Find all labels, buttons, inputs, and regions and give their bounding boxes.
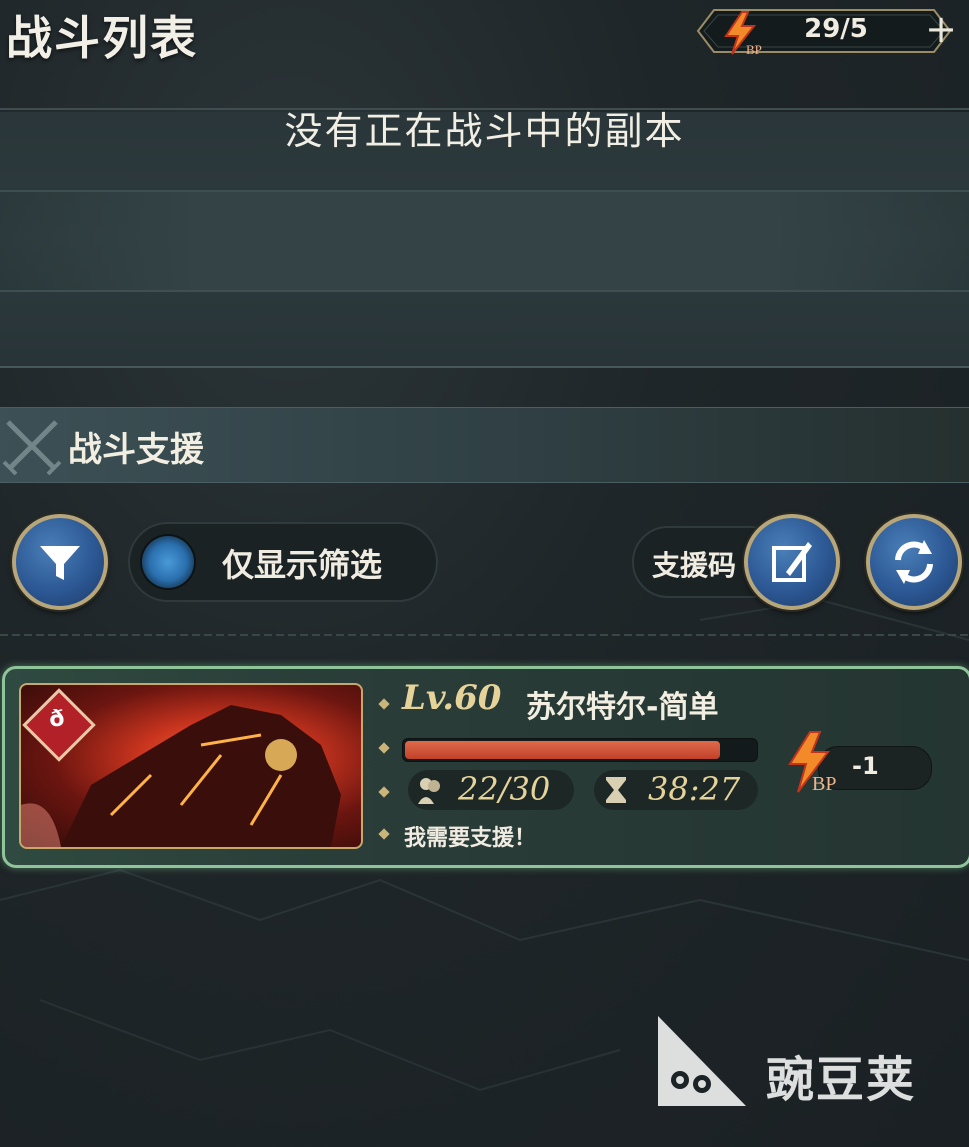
bp-cost-icon-label: BP: [812, 773, 836, 794]
toggle-indicator: [142, 536, 194, 588]
refresh-icon: [895, 540, 933, 584]
filter-button[interactable]: [12, 514, 108, 610]
wandoujia-logo-icon: [658, 1016, 746, 1106]
support-section-title: 战斗支援: [68, 430, 204, 470]
refresh-button[interactable]: [866, 514, 962, 610]
bp-value: 29/5: [804, 14, 868, 44]
hourglass-icon: [606, 777, 626, 803]
bp-icon-label: BP: [746, 42, 762, 56]
bp-cost-value: -1: [852, 752, 879, 780]
time-remaining: 38:27: [648, 770, 741, 808]
section-divider: [0, 634, 969, 636]
empty-message-band: [0, 190, 969, 292]
support-section-header: 战斗支援: [0, 407, 969, 483]
empty-battles-message: 没有正在战斗中的副本: [284, 109, 685, 153]
raid-level: Lv.60: [402, 678, 502, 718]
boss-name: 苏尔特尔-简单: [526, 690, 719, 725]
add-bp-button[interactable]: +: [924, 10, 958, 50]
edit-quill-icon: [772, 542, 812, 582]
boss-image: ð: [19, 683, 363, 849]
page-title: 战斗列表: [6, 11, 198, 65]
funnel-icon: [40, 546, 80, 580]
bp-counter: BP 29/5 +: [688, 6, 960, 56]
support-code-label: 支援码: [652, 549, 737, 582]
support-code-button[interactable]: [744, 514, 840, 610]
participants-count: 22/30: [458, 770, 551, 808]
crossed-swords-icon: [2, 420, 62, 476]
bp-cost-lightning-icon: BP: [788, 731, 836, 794]
toggle-label: 仅显示筛选: [222, 546, 383, 584]
support-request-message: 我需要支援！: [404, 826, 537, 851]
boss-hp-fill: [405, 741, 720, 759]
boss-hp-bar: [402, 738, 758, 762]
participants-icon: [418, 778, 440, 804]
show-filtered-only-toggle[interactable]: 仅显示筛选: [128, 522, 438, 602]
bp-lightning-icon: BP: [724, 11, 762, 56]
watermark-text: 豌豆荚: [766, 1052, 917, 1108]
